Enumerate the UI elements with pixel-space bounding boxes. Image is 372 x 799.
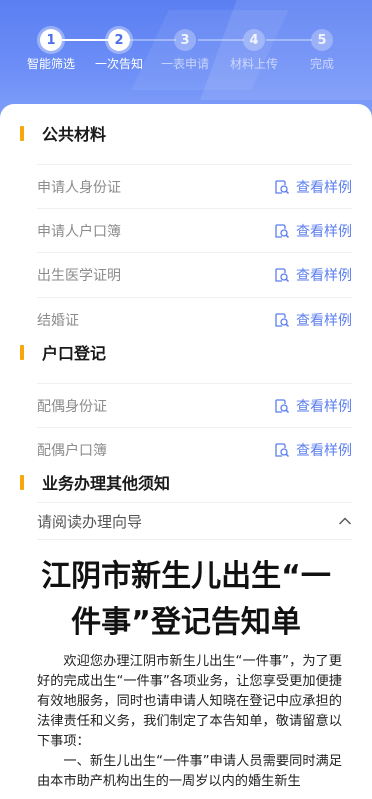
material-row: 申请人身份证 查看样例 [37, 164, 352, 208]
section-title-hukou: 户口登记 [20, 340, 106, 364]
step-3: 3 一表申请 [155, 29, 215, 72]
step-number: 3 [174, 29, 196, 51]
view-sample-icon [275, 398, 290, 413]
view-sample-link[interactable]: 查看样例 [274, 265, 352, 285]
step-label: 材料上传 [229, 57, 278, 71]
step-label: 智能筛选 [26, 57, 75, 71]
material-name: 申请人户口簿 [37, 223, 121, 240]
guide-label: 请阅读办理向导 [37, 512, 143, 531]
view-sample-icon [275, 179, 290, 194]
notice-title: 江阴市新生儿出生“一件事”登记告知单 [41, 559, 331, 640]
material-row: 配偶户口簿 查看样例 [37, 427, 352, 471]
step-number: 1 [40, 29, 62, 51]
view-sample-link[interactable]: 查看样例 [274, 221, 352, 241]
step-label: 完成 [309, 57, 334, 71]
material-row: 结婚证 查看样例 [37, 297, 352, 341]
notice-body: 欢迎您办理江阴市新生儿出生“一件事”，为了更好的完成出生“一件事”各项业务，让您… [37, 652, 342, 792]
step-1: 1 智能筛选 [21, 29, 81, 72]
material-name: 申请人身份证 [37, 179, 121, 196]
step-number: 5 [311, 29, 333, 51]
notice-paragraph: 一、新生儿出生“一件事”申请人员需要同时满足由本市助产机构出生的一周岁以内的婚生… [37, 754, 342, 789]
view-sample-icon [275, 312, 290, 327]
view-sample-icon [275, 442, 290, 457]
material-name: 配偶户口簿 [37, 442, 107, 459]
step-4: 4 材料上传 [224, 29, 284, 72]
step-label: 一表申请 [160, 57, 209, 71]
view-sample-link[interactable]: 查看样例 [274, 310, 352, 330]
material-name: 结婚证 [37, 312, 79, 329]
material-name: 出生医学证明 [37, 267, 121, 284]
step-number: 4 [243, 29, 265, 51]
view-sample-link[interactable]: 查看样例 [274, 396, 352, 416]
step-label: 一次告知 [94, 57, 143, 71]
section-title-other: 业务办理其他须知 [20, 470, 170, 494]
view-sample-icon [275, 267, 290, 282]
notice-paragraph: 欢迎您办理江阴市新生儿出生“一件事”，为了更好的完成出生“一件事”各项业务，让您… [37, 654, 342, 749]
material-row: 申请人户口簿 查看样例 [37, 208, 352, 252]
section-marker [20, 474, 24, 490]
view-sample-link[interactable]: 查看样例 [274, 440, 352, 460]
chevron-up-icon [339, 517, 351, 525]
guide-toggle[interactable]: 请阅读办理向导 [37, 502, 352, 540]
view-sample-icon [275, 223, 290, 238]
section-marker [20, 344, 24, 360]
material-row: 出生医学证明 查看样例 [37, 252, 352, 296]
material-row: 配偶身份证 查看样例 [37, 383, 352, 427]
section-title-public: 公共材料 [20, 121, 106, 145]
step-2: 2 一次告知 [89, 29, 149, 72]
section-marker [20, 125, 24, 141]
progress-steps: 1 智能筛选 2 一次告知 3 一表申请 4 材料上传 5 完成 [0, 29, 372, 74]
step-5: 5 完成 [292, 29, 352, 72]
view-sample-link[interactable]: 查看样例 [274, 177, 352, 197]
material-name: 配偶身份证 [37, 398, 107, 415]
step-number: 2 [108, 29, 130, 51]
